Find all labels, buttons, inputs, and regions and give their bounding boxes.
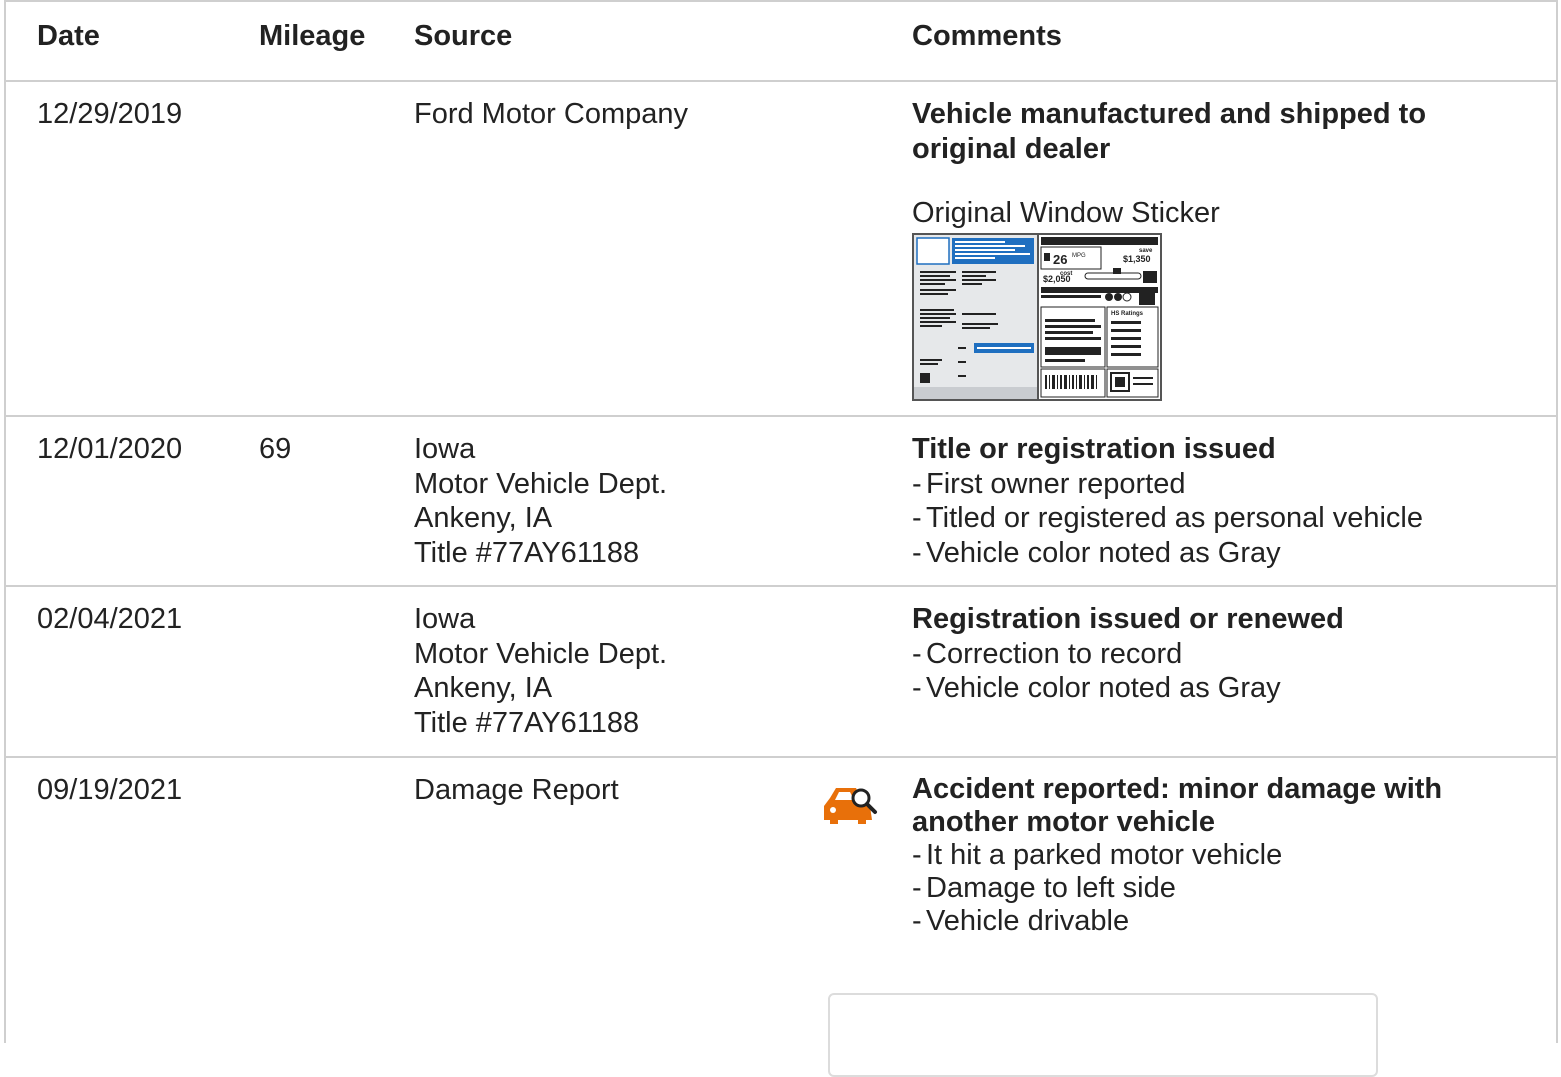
header-source: Source	[414, 20, 513, 52]
table-row: 12/01/2020 69 Iowa Motor Vehicle Dept. A…	[6, 417, 1556, 587]
header-date: Date	[37, 20, 100, 52]
comment-title: original dealer	[912, 132, 1111, 165]
comment-title: Registration issued or renewed	[912, 603, 1344, 635]
table-header: Date Mileage Source Comments	[6, 2, 1556, 82]
source-line: Ankeny, IA	[414, 502, 553, 534]
source-line: Damage Report	[414, 774, 619, 806]
row-date: 02/04/2021	[37, 603, 183, 635]
row-date: 12/29/2019	[37, 98, 183, 130]
source-line: Motor Vehicle Dept.	[414, 467, 668, 500]
header-comments: Comments	[912, 20, 1062, 52]
sticker-save-amount: $1,350	[1123, 254, 1151, 264]
window-sticker-link[interactable]: Original Window Sticker	[912, 196, 1512, 231]
source-line: Ford Motor Company	[414, 98, 688, 130]
car-search-icon	[822, 784, 878, 830]
comment-title: Accident reported: minor damage with	[912, 773, 1443, 805]
table-row: 12/29/2019 Ford Motor Company Vehicle ma…	[6, 82, 1556, 417]
row-comments: Title or registration issued - First owne…	[912, 432, 1512, 570]
source-line: Ankeny, IA	[414, 672, 553, 704]
row-comments: Accident reported: minor damage with ano…	[912, 773, 1512, 938]
vehicle-history-table: Date Mileage Source Comments 12/29/2019 …	[4, 0, 1558, 1077]
comment-bullet: - Vehicle color noted as Gray	[912, 672, 1281, 704]
sticker-cost: $2,050	[1043, 274, 1071, 284]
table-row: 02/04/2021 Iowa Motor Vehicle Dept. Anke…	[6, 587, 1556, 758]
row-date: 12/01/2020	[37, 433, 183, 465]
comment-bullet: - First owner reported	[912, 467, 1186, 500]
comment-bullet: - Correction to record	[912, 637, 1183, 670]
header-mileage: Mileage	[259, 20, 366, 52]
window-sticker-icon: 26 MPG save $1,350 cost $2,050 HS Rating…	[914, 235, 1160, 399]
damage-detail-card[interactable]	[828, 993, 1378, 1077]
comment-bullet: - Vehicle color noted as Gray	[912, 536, 1281, 569]
row-comments: Vehicle manufactured and shipped to orig…	[912, 97, 1512, 231]
comment-bullet: - Vehicle drivable	[912, 905, 1130, 937]
row-date: 09/19/2021	[37, 774, 183, 806]
table-row: 09/19/2021 Damage Report Accident report…	[6, 758, 1556, 1077]
row-source: Iowa Motor Vehicle Dept. Ankeny, IA Titl…	[414, 602, 667, 740]
sticker-ratings: HS Ratings	[1111, 311, 1144, 317]
source-line: Iowa	[414, 603, 476, 635]
source-line: Motor Vehicle Dept.	[414, 637, 668, 670]
source-line: Title #77AY61188	[414, 706, 640, 739]
row-source: Damage Report	[414, 773, 619, 808]
comment-bullet: - Titled or registered as personal vehicl…	[912, 502, 1424, 534]
row-comments: Registration issued or renewed - Correcti…	[912, 602, 1512, 706]
row-mileage: 69	[259, 433, 292, 465]
comment-bullet: - It hit a parked motor vehicle	[912, 839, 1283, 871]
comment-bullet: - Damage to left side	[912, 872, 1176, 904]
source-line: Title #77AY61188	[414, 536, 640, 569]
comment-title: Vehicle manufactured and shipped to	[912, 98, 1427, 130]
comment-title: Title or registration issued	[912, 433, 1276, 465]
source-line: Iowa	[414, 433, 476, 465]
row-source: Iowa Motor Vehicle Dept. Ankeny, IA Titl…	[414, 432, 667, 570]
window-sticker-thumbnail[interactable]: 26 MPG save $1,350 cost $2,050 HS Rating…	[912, 233, 1162, 401]
row-source: Ford Motor Company	[414, 97, 688, 132]
sticker-mpg-unit: MPG	[1072, 253, 1086, 259]
comment-title: another motor vehicle	[912, 806, 1215, 838]
sticker-mpg: 26	[1053, 252, 1067, 267]
